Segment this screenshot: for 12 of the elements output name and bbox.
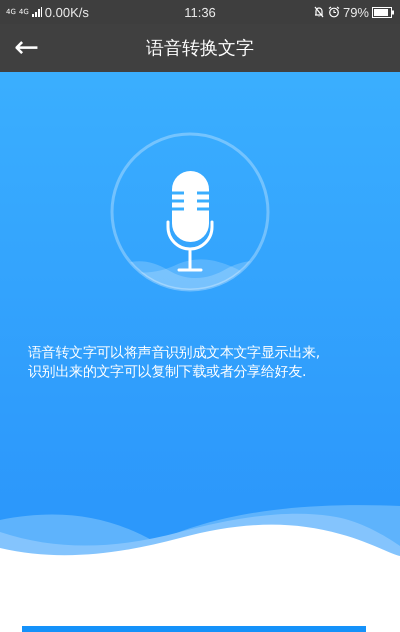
battery-percent: 79%	[342, 4, 369, 20]
alarm-clock-icon	[328, 6, 340, 18]
bell-off-icon	[312, 6, 325, 18]
network-speed: 0.00K/s	[44, 4, 89, 20]
back-button[interactable]: ←	[4, 33, 50, 63]
signal-icon	[32, 7, 42, 17]
clock-time: 11:36	[184, 4, 216, 20]
page-title: 语音转换文字	[146, 37, 254, 60]
microphone-icon	[166, 171, 214, 272]
description-text: 识别出来的文字可以复制下载或者分享给好友.	[28, 363, 308, 382]
description-text: 语音转文字可以将声音识别成文本文字显示出来,	[28, 344, 321, 363]
battery-icon	[372, 6, 394, 18]
